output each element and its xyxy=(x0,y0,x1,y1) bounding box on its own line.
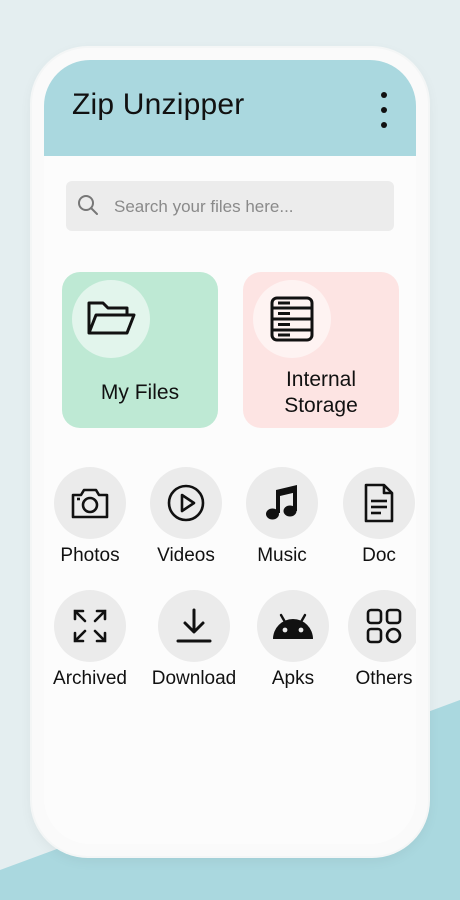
search-bar[interactable] xyxy=(66,181,394,233)
more-options-icon[interactable] xyxy=(374,92,394,128)
music-note-icon xyxy=(246,467,318,539)
app-bar: Zip Unzipper xyxy=(44,60,416,156)
category-doc[interactable]: Doc xyxy=(329,467,416,567)
camera-icon xyxy=(54,467,126,539)
play-circle-icon xyxy=(150,467,222,539)
category-archived[interactable]: Archived xyxy=(44,590,140,690)
category-label: Archived xyxy=(53,668,127,689)
android-icon xyxy=(257,590,329,662)
search-icon xyxy=(78,195,98,215)
category-photos[interactable]: Photos xyxy=(44,467,140,567)
document-icon xyxy=(343,467,415,539)
app-screen: Zip Unzipper My Files xyxy=(44,60,416,844)
category-label: Music xyxy=(257,545,307,566)
category-label: Others xyxy=(355,668,413,689)
category-label: Download xyxy=(151,668,237,689)
category-label: Videos xyxy=(157,545,215,566)
internal-storage-card[interactable]: Internal Storage xyxy=(243,272,399,428)
download-icon xyxy=(158,590,230,662)
phone-frame: Zip Unzipper My Files xyxy=(32,48,428,856)
category-videos[interactable]: Videos xyxy=(136,467,236,567)
my-files-label: My Files xyxy=(100,381,180,404)
category-label: Doc xyxy=(362,545,396,566)
internal-storage-label: Internal Storage xyxy=(284,368,358,417)
category-apks[interactable]: Apks xyxy=(243,590,343,690)
category-others[interactable]: Others xyxy=(334,590,416,690)
storage-icon xyxy=(253,280,331,358)
category-download[interactable]: Download xyxy=(144,590,244,690)
category-label: Apks xyxy=(271,668,315,689)
grid-icon xyxy=(348,590,416,662)
app-title: Zip Unzipper xyxy=(72,88,245,121)
my-files-card[interactable]: My Files xyxy=(62,272,218,428)
category-label: Photos xyxy=(60,545,120,566)
category-music[interactable]: Music xyxy=(232,467,332,567)
search-input[interactable] xyxy=(112,181,386,233)
folder-open-icon xyxy=(72,280,150,358)
expand-icon xyxy=(54,590,126,662)
